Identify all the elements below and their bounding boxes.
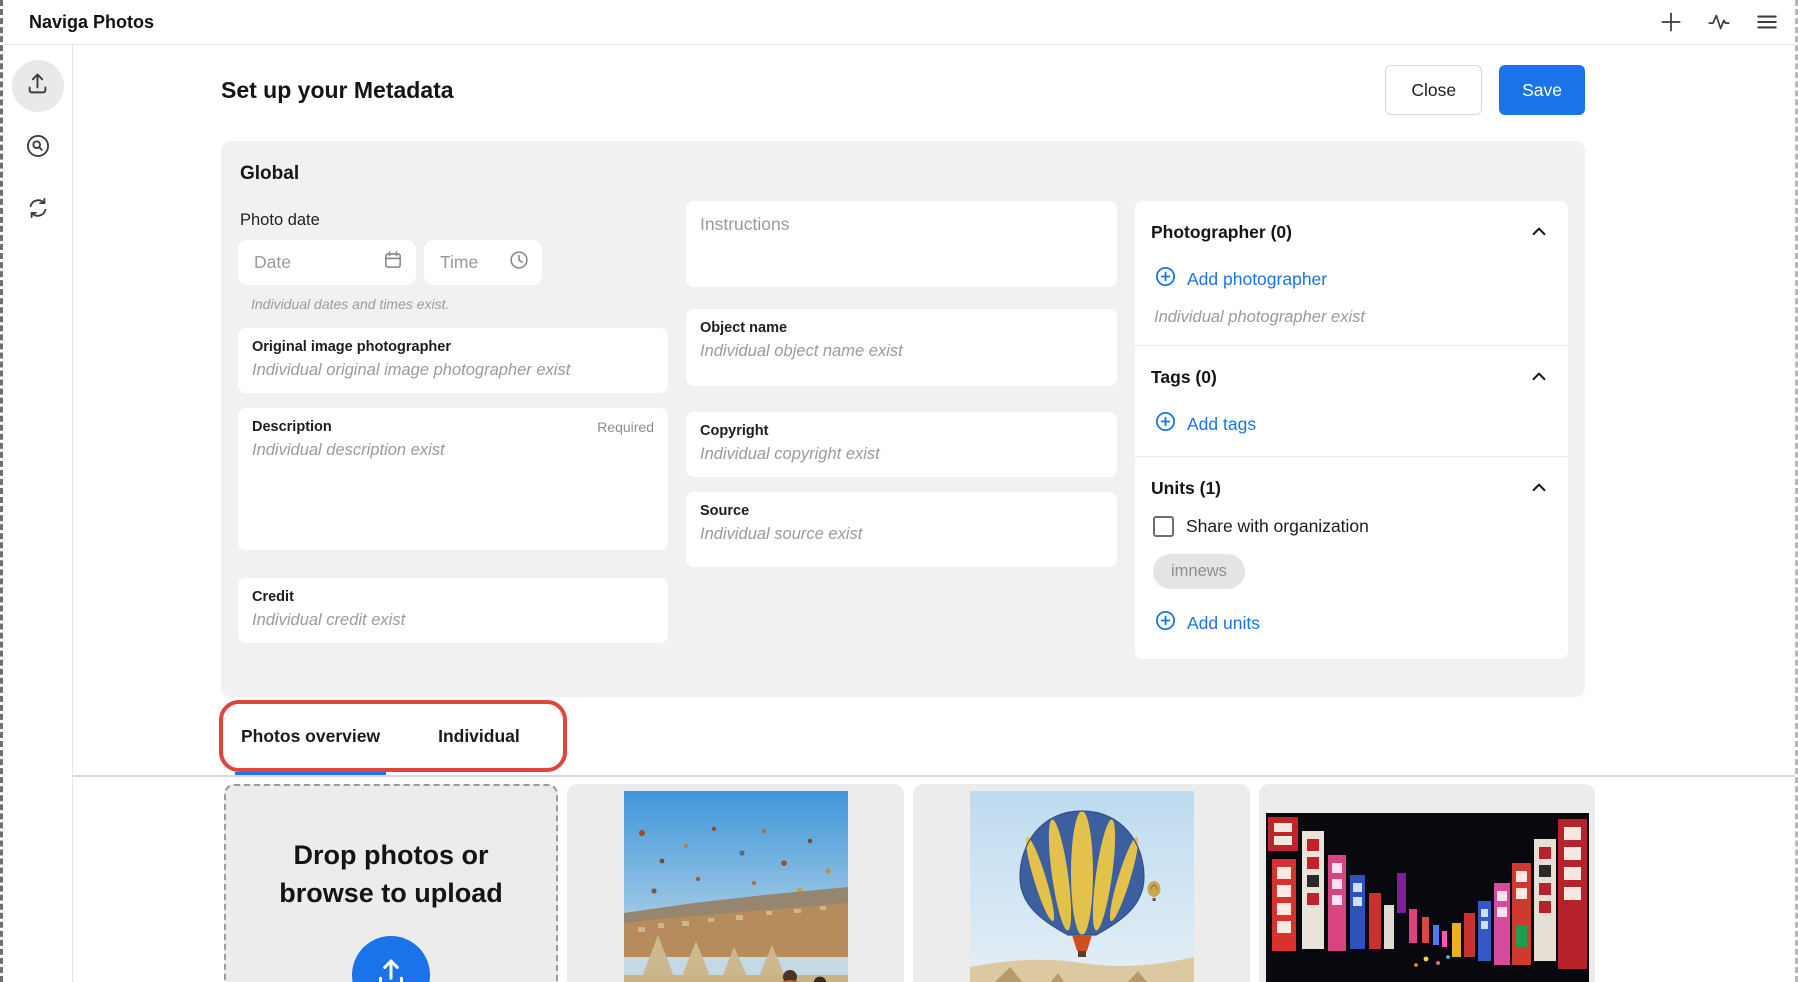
- tags-section: Tags (0) Add tags: [1151, 364, 1552, 438]
- upload-button[interactable]: [352, 936, 430, 982]
- photo-date-row: [238, 240, 668, 285]
- page-title: Set up your Metadata: [221, 77, 454, 104]
- copyright-field[interactable]: Copyright Individual copyright exist: [686, 412, 1117, 477]
- photo-thumbnail-2[interactable]: [913, 784, 1250, 982]
- tab-bar: Photos overview Individual: [73, 697, 1795, 777]
- original-photographer-field[interactable]: Original image photographer Individual o…: [238, 328, 668, 393]
- activity-icon[interactable]: [1705, 8, 1733, 36]
- field-label: Object name: [700, 320, 1103, 336]
- sync-icon: [25, 195, 51, 226]
- tags-section-title: Tags (0): [1151, 367, 1217, 388]
- field-placeholder: Individual copyright exist: [700, 445, 1103, 464]
- panel-column-left: Global Photo date: [238, 161, 668, 659]
- dropzone-line1: Drop photos or: [226, 836, 556, 874]
- units-section-title: Units (1): [1151, 478, 1221, 499]
- upload-dropzone[interactable]: Drop photos or browse to upload: [224, 784, 558, 982]
- sidebar-search-button[interactable]: [12, 122, 64, 174]
- divider: [1135, 345, 1568, 346]
- add-icon[interactable]: [1657, 8, 1685, 36]
- time-field[interactable]: [424, 240, 542, 285]
- header-actions: Close Save: [1385, 65, 1585, 115]
- share-with-organization-option[interactable]: Share with organization: [1153, 516, 1552, 537]
- panel-title: Global: [240, 163, 668, 185]
- photographer-helper: Individual photographer exist: [1154, 308, 1552, 327]
- add-photographer-button[interactable]: Add photographer: [1154, 265, 1552, 293]
- field-label: Credit: [252, 589, 654, 605]
- upload-icon: [24, 70, 51, 102]
- unit-chip[interactable]: imnews: [1153, 554, 1245, 589]
- object-name-field[interactable]: Object name Individual object name exist: [686, 309, 1117, 386]
- photographer-section-title: Photographer (0): [1151, 222, 1292, 243]
- topbar-actions: [1657, 8, 1781, 36]
- panel-column-right: Photographer (0) Add photographer: [1135, 201, 1568, 659]
- topbar: Naviga Photos: [3, 0, 1795, 45]
- add-tags-label: Add tags: [1187, 414, 1256, 435]
- credit-field[interactable]: Credit Individual credit exist: [238, 578, 668, 643]
- upload-icon: [373, 955, 409, 982]
- photo-neon-street: [1266, 813, 1589, 982]
- photo-date-label: Photo date: [240, 211, 668, 230]
- photographer-section: Photographer (0) Add photographer: [1151, 219, 1552, 327]
- search-icon: [25, 133, 51, 164]
- add-circle-icon: [1154, 265, 1177, 293]
- dropzone-text: Drop photos or browse to upload: [226, 836, 556, 912]
- photo-thumbnail-3[interactable]: [1259, 784, 1595, 982]
- chevron-up-icon[interactable]: [1526, 219, 1552, 245]
- photo-balloon-closeup: [970, 791, 1194, 982]
- add-units-button[interactable]: Add units: [1154, 609, 1552, 637]
- page-header: Set up your Metadata Close Save: [73, 45, 1795, 115]
- app-title: Naviga Photos: [29, 12, 154, 33]
- collections-card: Photographer (0) Add photographer: [1135, 201, 1568, 659]
- global-metadata-panel: Global Photo date: [221, 141, 1585, 697]
- clock-icon: [508, 249, 530, 276]
- divider: [1135, 456, 1568, 457]
- field-placeholder: Individual original image photographer e…: [252, 361, 654, 380]
- source-field[interactable]: Source Individual source exist: [686, 492, 1117, 567]
- photo-balloons-vista: [624, 791, 848, 982]
- panel-column-middle: Object name Individual object name exist…: [686, 201, 1117, 659]
- date-field[interactable]: [238, 240, 416, 285]
- photo-thumbnail-1[interactable]: [567, 784, 904, 982]
- menu-icon[interactable]: [1753, 8, 1781, 36]
- photos-overview-section: Drop photos or browse to upload: [73, 777, 1795, 982]
- save-button[interactable]: Save: [1499, 65, 1585, 115]
- add-circle-icon: [1154, 410, 1177, 438]
- add-tags-button[interactable]: Add tags: [1154, 410, 1552, 438]
- add-circle-icon: [1154, 609, 1177, 637]
- required-badge: Required: [597, 419, 654, 435]
- share-label: Share with organization: [1186, 516, 1369, 537]
- field-label: Copyright: [700, 423, 1103, 439]
- add-units-label: Add units: [1187, 613, 1260, 634]
- close-button[interactable]: Close: [1385, 65, 1482, 115]
- tab-photos-overview[interactable]: Photos overview: [235, 697, 386, 775]
- photo-date-helper: Individual dates and times exist.: [251, 296, 668, 312]
- sidebar-sync-button[interactable]: [12, 184, 64, 236]
- main-content: Set up your Metadata Close Save Global P…: [73, 45, 1795, 982]
- units-section: Units (1) Share with organization imnews: [1151, 475, 1552, 637]
- field-label: Original image photographer: [252, 339, 654, 355]
- chevron-up-icon[interactable]: [1526, 364, 1552, 390]
- instructions-field[interactable]: [686, 201, 1117, 287]
- sidebar: [3, 45, 73, 982]
- field-placeholder: Individual source exist: [700, 525, 1103, 544]
- field-placeholder: Individual object name exist: [700, 342, 1103, 361]
- tab-individual[interactable]: Individual: [432, 697, 526, 775]
- dropzone-line2: browse to upload: [226, 874, 556, 912]
- app-window: Naviga Photos: [0, 0, 1798, 982]
- field-label: Source: [700, 503, 1103, 519]
- description-field[interactable]: Description Required Individual descript…: [238, 408, 668, 550]
- time-input[interactable]: [438, 251, 508, 274]
- field-label: Description: [252, 419, 332, 435]
- field-placeholder: Individual credit exist: [252, 611, 654, 630]
- calendar-icon: [382, 249, 404, 276]
- chevron-up-icon[interactable]: [1526, 475, 1552, 501]
- sidebar-upload-button[interactable]: [12, 60, 64, 112]
- add-photographer-label: Add photographer: [1187, 269, 1327, 290]
- field-placeholder: Individual description exist: [252, 441, 654, 460]
- share-checkbox[interactable]: [1153, 516, 1174, 537]
- date-input[interactable]: [252, 251, 382, 274]
